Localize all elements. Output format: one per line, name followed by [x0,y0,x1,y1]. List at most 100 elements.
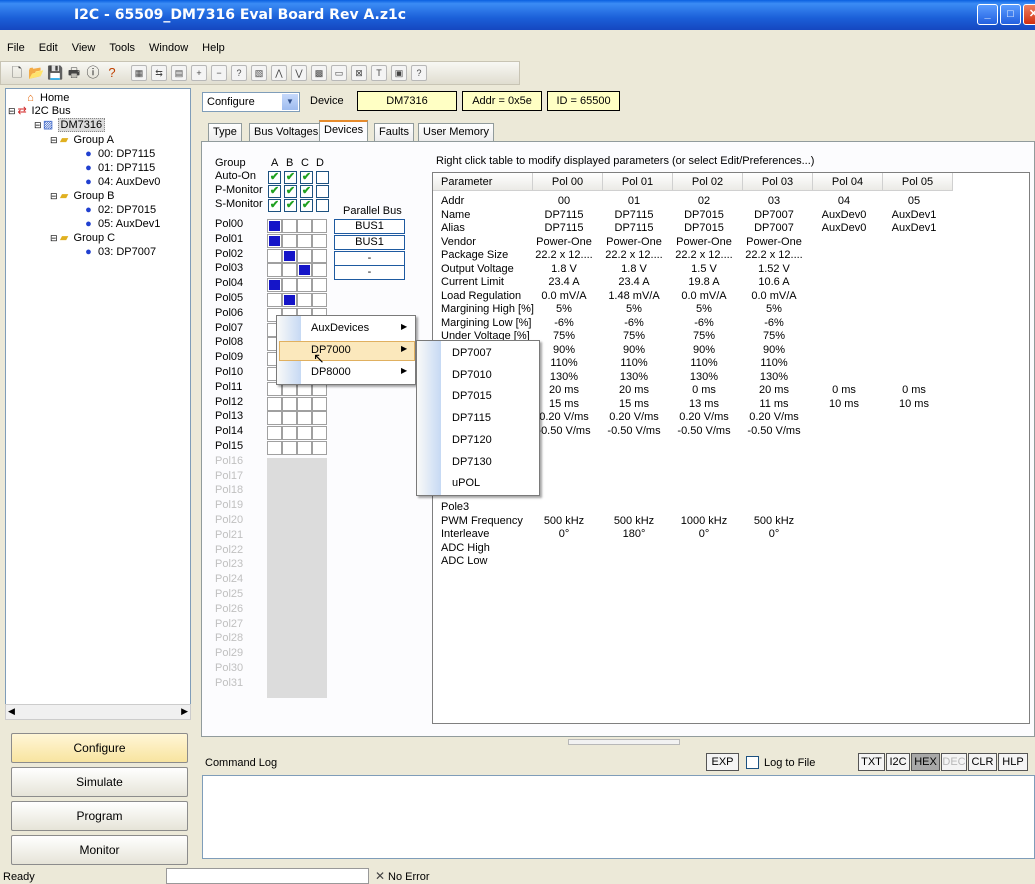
param-value[interactable]: 22.2 x 12.... [595,249,673,261]
table-header-4[interactable]: Pol 03 [743,173,813,191]
menu-item-auxdevices[interactable]: AuxDevices [311,322,369,334]
pol-group-cell[interactable] [297,441,312,455]
pol-group-cell[interactable] [297,411,312,426]
tool-icon-8[interactable]: ▭ [331,65,347,81]
pol-group-cell[interactable] [312,441,327,455]
param-value[interactable]: -0.50 V/ms [665,425,743,437]
group-checkbox[interactable] [316,185,329,198]
pol-group-cell[interactable] [267,426,282,441]
param-value[interactable]: 13 ms [665,398,743,410]
group-checkbox[interactable]: ✔ [284,185,297,198]
param-value[interactable]: 90% [735,344,813,356]
param-value[interactable]: 75% [665,330,743,342]
param-value[interactable]: 5% [735,303,813,315]
log-btn-dec[interactable]: DEC [941,753,967,771]
pol-group-cell[interactable] [312,278,327,293]
tree-group-a[interactable]: ⊟ ▰ Group A [50,134,114,147]
param-value[interactable]: 0° [665,528,743,540]
param-value[interactable]: 110% [735,357,813,369]
pol-group-cell[interactable] [282,219,297,233]
group-checkbox[interactable] [316,199,329,212]
param-value[interactable]: 1.8 V [595,263,673,275]
pol-group-cell[interactable] [297,278,312,293]
print-icon[interactable]: 🖶 [66,65,82,81]
param-value[interactable]: DP7007 [735,209,813,221]
param-value[interactable]: 0.0 mV/A [735,290,813,302]
pol-group-cell[interactable] [297,248,312,263]
param-value[interactable]: 500 kHz [595,515,673,527]
param-value[interactable]: 0.20 V/ms [595,411,673,423]
tree-pol-03[interactable]: ● 03: DP7007 [82,246,156,259]
pol-group-cell[interactable] [267,396,282,411]
pol-group-cell[interactable] [312,219,327,233]
bus-box-2[interactable]: - [334,251,405,266]
pol-group-cell[interactable] [312,426,327,441]
group-checkbox[interactable]: ✔ [268,171,281,184]
group-checkbox[interactable]: ✔ [268,199,281,212]
param-value[interactable]: DP7007 [735,222,813,234]
param-value[interactable]: DP7115 [595,209,673,221]
tab-bus-voltages[interactable]: Bus Voltages [249,123,324,141]
pol-group-cell[interactable] [282,248,297,263]
tool-icon-7[interactable]: ▩ [311,65,327,81]
param-value[interactable]: 1.8 V [525,263,603,275]
pol-group-cell[interactable] [312,263,327,278]
param-value[interactable]: 23.4 A [525,276,603,288]
pol-group-cell[interactable] [312,396,327,411]
param-value[interactable]: 1.5 V [665,263,743,275]
tool-icon-4[interactable]: ▧ [251,65,267,81]
tree-group-b[interactable]: ⊟ ▰ Group B [50,190,115,203]
menu-edit[interactable]: Edit [32,40,65,56]
param-value[interactable]: 0° [525,528,603,540]
pol-group-cell[interactable] [282,411,297,426]
pol-group-cell[interactable] [282,396,297,411]
param-value[interactable]: 1.48 mV/A [595,290,673,302]
param-value[interactable]: 03 [735,195,813,207]
pol-group-cell[interactable] [282,426,297,441]
param-value[interactable]: DP7115 [595,222,673,234]
submenu-item[interactable]: DP7130 [452,456,492,468]
param-value[interactable]: 00 [525,195,603,207]
table-header-1[interactable]: Pol 00 [533,173,603,191]
param-value[interactable]: 110% [665,357,743,369]
param-value[interactable]: 500 kHz [735,515,813,527]
tab-faults[interactable]: Faults [374,123,414,141]
param-value[interactable]: 1.52 V [735,263,813,275]
param-value[interactable]: -0.50 V/ms [735,425,813,437]
param-value[interactable]: 0 ms [805,384,883,396]
pol-group-cell[interactable] [267,441,282,455]
tool-icon-2[interactable]: ⇆ [151,65,167,81]
log-btn-i2c[interactable]: I2C [886,753,910,771]
pol-group-cell[interactable] [282,233,297,248]
minimize-button[interactable]: _ [977,4,998,25]
param-value[interactable]: 10 ms [875,398,953,410]
param-value[interactable]: 15 ms [595,398,673,410]
simulate-button[interactable]: Simulate [11,767,188,797]
pol-group-cell[interactable] [312,411,327,426]
param-value[interactable]: 130% [665,371,743,383]
param-value[interactable]: DP7015 [665,222,743,234]
help-icon[interactable]: ? [104,65,120,81]
close-button[interactable]: ✕ [1023,4,1035,25]
param-value[interactable]: -6% [735,317,813,329]
param-value[interactable]: AuxDev1 [875,222,953,234]
save-icon[interactable]: 💾 [47,65,63,81]
tree-scrollbar[interactable]: ◀ ▶ [5,704,191,720]
open-icon[interactable]: 📂 [28,65,44,81]
pol-group-cell[interactable] [282,263,297,278]
tree-pol-04[interactable]: ● 04: AuxDev0 [82,176,160,189]
param-value[interactable]: 180° [595,528,673,540]
tab-user-memory[interactable]: User Memory [418,123,495,141]
tool-icon-11[interactable]: ▣ [391,65,407,81]
submenu-item[interactable]: DP7120 [452,434,492,446]
param-value[interactable]: 23.4 A [595,276,673,288]
tool-icon-5[interactable]: ⋀ [271,65,287,81]
param-value[interactable]: Power-One [665,236,743,248]
query-icon[interactable]: ? [231,65,247,81]
tree-i2c-bus[interactable]: ⊟ ⇄ I2C Bus [8,105,71,118]
param-value[interactable]: 05 [875,195,953,207]
menu-file[interactable]: File [0,40,32,56]
tool-icon-12[interactable]: ? [411,65,427,81]
pol-group-cell[interactable] [312,248,327,263]
tree-pol-00[interactable]: ● 00: DP7115 [82,148,155,161]
